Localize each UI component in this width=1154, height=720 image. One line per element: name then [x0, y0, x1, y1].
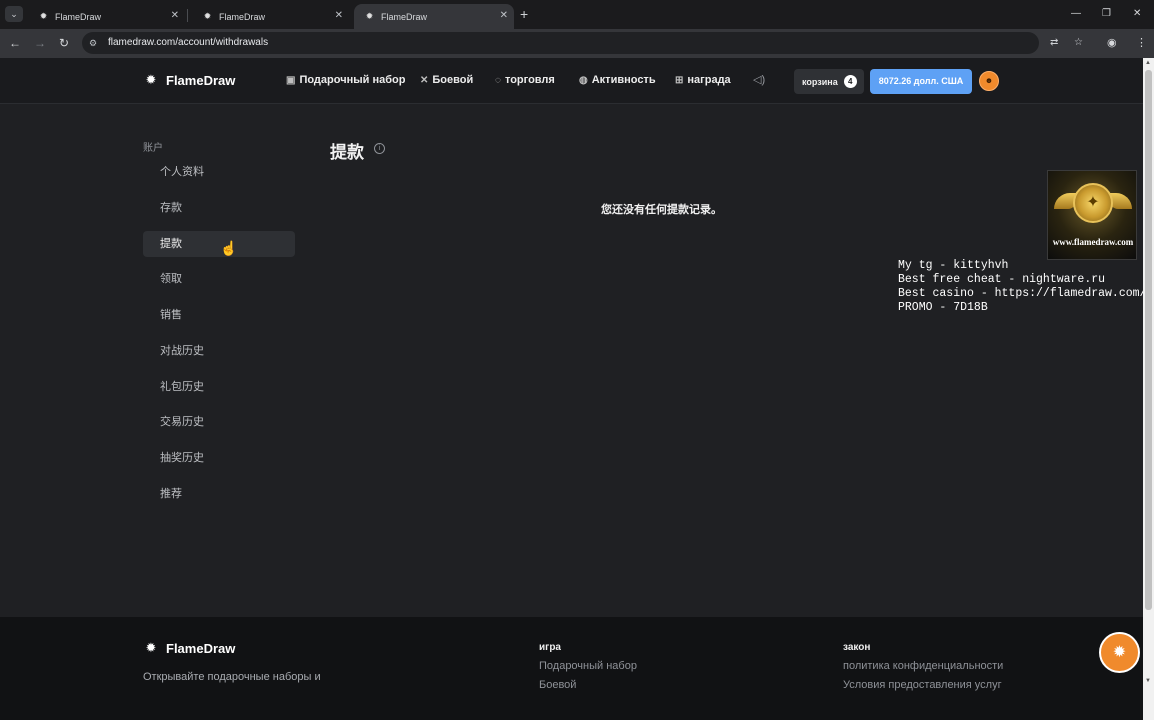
page-title: 提款 — [330, 143, 364, 162]
new-tab-button[interactable]: + — [520, 6, 528, 22]
nav-label: награда — [687, 74, 731, 86]
footer-link[interactable]: Подарочный набор — [539, 660, 637, 672]
nav-reward[interactable]: ⊞ награда — [675, 74, 731, 86]
minimize-window-icon[interactable]: — — [1071, 7, 1081, 21]
sidebar-item-battle-history[interactable]: 对战历史 — [143, 338, 295, 364]
close-tab-icon[interactable]: ✕ — [335, 10, 343, 22]
flame-logo-icon: ✹ — [145, 72, 157, 87]
overlay-line: My tg - kittyhvh — [898, 259, 1009, 272]
sidebar-item-withdrawals[interactable]: 提款 — [143, 231, 295, 257]
close-tab-icon[interactable]: ✕ — [500, 10, 508, 22]
tab-search-button[interactable]: ⌄ — [5, 6, 23, 22]
nav-battle[interactable]: ✕ Боевой — [420, 74, 473, 86]
sound-toggle-icon[interactable]: ◁) — [753, 73, 765, 86]
site-logo[interactable]: ✹ FlameDraw — [143, 72, 236, 88]
page-scrollbar[interactable]: ▲ ▼ — [1143, 58, 1154, 720]
browser-menu-icon[interactable]: ⋮ — [1136, 36, 1147, 50]
logo-text: FlameDraw — [166, 72, 236, 88]
bookmark-star-icon[interactable]: ☆ — [1074, 36, 1083, 50]
footer-logo-text: FlameDraw — [166, 640, 236, 656]
sidebar-item-gift-history[interactable]: 礼包历史 — [143, 374, 295, 400]
footer-logo[interactable]: ✹ FlameDraw — [143, 640, 236, 656]
overlay-emblem-image: ✦ www.flamedraw.com — [1047, 170, 1137, 260]
flame-logo-icon: ✹ — [145, 640, 157, 655]
activity-icon: ◍ — [579, 74, 588, 86]
info-icon[interactable]: i — [374, 143, 385, 154]
restore-window-icon[interactable]: ❐ — [1102, 7, 1111, 21]
balance-button[interactable]: 8072.26 долл. США — [870, 69, 972, 94]
sidebar-item-profile[interactable]: 个人资料 — [143, 159, 295, 185]
gold-emblem-icon: ✦ — [1073, 183, 1113, 223]
footer-col-heading: игра — [539, 642, 561, 653]
address-bar[interactable]: ⚙ flamedraw.com/account/withdrawals ⇄ ☆ — [82, 32, 1083, 54]
hand-cursor-icon: ☝ — [220, 240, 238, 256]
scroll-down-arrow-icon[interactable]: ▼ — [1145, 678, 1151, 684]
scroll-up-arrow-icon[interactable]: ▲ — [1145, 60, 1151, 66]
overlay-text-block: My tg - kittyhvh Best free cheat - nightw… — [898, 259, 1143, 315]
nav-gift-box[interactable]: ▣ Подарочный набор — [286, 74, 405, 86]
flame-favicon-icon: ✹ — [203, 11, 212, 21]
user-avatar[interactable]: ☻ — [979, 71, 999, 91]
trade-icon: ◌ — [495, 74, 501, 86]
nav-label: торговля — [504, 74, 555, 86]
nav-label: Боевой — [432, 74, 474, 86]
cart-button[interactable]: корзина 4 — [794, 69, 864, 94]
gift-box-icon: ▣ — [286, 74, 296, 86]
browser-tab-strip: ⌄ ✹ FlameDraw ✕ ✹ FlameDraw ✕ ✹ FlameDra… — [0, 0, 1154, 29]
sidebar-item-deposit[interactable]: 存款 — [143, 195, 295, 221]
close-window-icon[interactable]: ✕ — [1133, 7, 1141, 21]
sidebar-item-referral[interactable]: 推荐 — [143, 481, 295, 507]
sidebar-item-trade-history[interactable]: 交易历史 — [143, 409, 295, 435]
back-arrow-icon[interactable]: ← — [9, 36, 21, 50]
footer-link[interactable]: Боевой — [539, 679, 576, 691]
footer-link[interactable]: Условия предоставления услуг — [843, 679, 1002, 691]
sidebar-item-sales[interactable]: 销售 — [143, 302, 295, 328]
overlay-line: Best free cheat - nightware.ru — [898, 273, 1106, 286]
tab-separator — [187, 9, 188, 22]
cart-count-badge: 4 — [843, 75, 857, 88]
tab-title: FlameDraw — [219, 11, 266, 22]
browser-toolbar: ← → ↻ ⚙ flamedraw.com/account/withdrawal… — [0, 29, 1154, 58]
nav-activity[interactable]: ◍ Активность — [579, 74, 656, 86]
overlay-line: Best casino - https://flamedraw.com/ — [898, 287, 1143, 300]
flame-favicon-icon: ✹ — [39, 11, 48, 21]
support-chat-button[interactable]: ✹ — [1099, 632, 1140, 673]
emblem-wing-right — [1110, 193, 1132, 209]
site-footer: ✹ FlameDraw Открывайте подарочные наборы… — [0, 617, 1143, 720]
footer-col-heading: закон — [843, 642, 871, 653]
footer-description: Открывайте подарочные наборы и — [143, 671, 321, 683]
tab-title: FlameDraw — [55, 11, 102, 22]
profile-icon[interactable]: ◉ — [1107, 36, 1117, 50]
tab-title: FlameDraw — [381, 11, 428, 22]
forward-arrow-icon[interactable]: → — [34, 36, 46, 50]
browser-tab-2[interactable]: ✹ FlameDraw ✕ — [192, 4, 349, 29]
sidebar-item-claim[interactable]: 领取 — [143, 266, 295, 292]
site-info-icon[interactable]: ⚙ — [89, 36, 97, 50]
sidebar-item-draw-history[interactable]: 抽奖历史 — [143, 445, 295, 471]
empty-state-message: 您还没有任何提款记录。 — [601, 204, 722, 216]
close-tab-icon[interactable]: ✕ — [171, 10, 179, 22]
reload-icon[interactable]: ↻ — [59, 36, 69, 50]
nav-label: Подарочный набор — [299, 74, 406, 86]
nav-trade[interactable]: ◌ торговля — [495, 74, 555, 86]
site-header: ✹ FlameDraw ▣ Подарочный набор ✕ Боевой … — [0, 58, 1143, 104]
flame-favicon-icon: ✹ — [365, 11, 374, 21]
url-text[interactable]: flamedraw.com/account/withdrawals — [108, 36, 268, 50]
reward-icon: ⊞ — [675, 74, 684, 86]
sidebar-section-label: 账户 — [143, 143, 163, 154]
translate-icon[interactable]: ⇄ — [1050, 36, 1058, 50]
browser-tab-1[interactable]: ✹ FlameDraw ✕ — [28, 4, 185, 29]
footer-link[interactable]: политика конфиденциальности — [843, 660, 1003, 672]
browser-tab-3-active[interactable]: ✹ FlameDraw ✕ — [354, 4, 514, 29]
swords-icon: ✕ — [420, 74, 429, 86]
emblem-caption: www.flamedraw.com — [1052, 237, 1134, 247]
overlay-line: PROMO - 7D18B — [898, 301, 988, 314]
nav-label: Активность — [591, 74, 656, 86]
scrollbar-thumb[interactable] — [1145, 70, 1152, 610]
cart-label: корзина — [802, 76, 838, 87]
page-viewport: ✹ FlameDraw ▣ Подарочный набор ✕ Боевой … — [0, 58, 1143, 720]
